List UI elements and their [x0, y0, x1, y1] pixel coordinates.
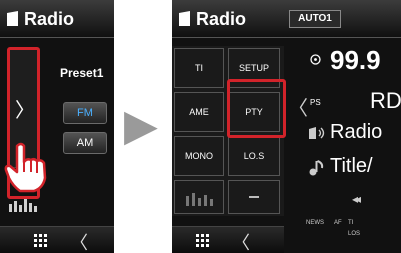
blank-function-button[interactable]: [228, 180, 280, 214]
title-bar: Radio: [0, 0, 114, 38]
eq-button[interactable]: [174, 180, 224, 214]
af-indicator: AF: [334, 220, 342, 226]
ti-indicator: TI: [348, 220, 354, 226]
song-title: Title/: [330, 155, 373, 177]
ame-button[interactable]: AME: [174, 92, 224, 132]
menu-grid-icon[interactable]: [34, 234, 47, 247]
los-button[interactable]: LO.S: [228, 136, 280, 176]
am-band-button[interactable]: AM: [63, 132, 107, 154]
radio-screen-after: Radio AUTO1 TI SETUP AME PTY MONO LO.S 〈…: [172, 0, 401, 253]
back-arrow-icon[interactable]: 〈: [232, 229, 250, 253]
radio-source-icon: [7, 11, 18, 26]
menu-grid-icon[interactable]: [196, 234, 209, 247]
los-indicator: LOS: [348, 231, 361, 237]
radio-source-icon: [179, 11, 190, 26]
screen-title: Radio: [24, 9, 75, 29]
music-note-icon: [309, 160, 324, 176]
panel-close-arrow[interactable]: 〈: [288, 92, 308, 121]
screen-title: Radio: [196, 9, 247, 29]
fm-band-button[interactable]: FM: [63, 102, 107, 124]
touch-hand-icon: [4, 142, 47, 193]
radio-screen-before: Radio 〉 Preset1 FM AM 〈: [0, 0, 114, 253]
footer-bar: 〈: [172, 226, 284, 253]
ps-label: PS: [310, 98, 321, 107]
back-arrow-icon[interactable]: 〈: [70, 229, 88, 253]
seek-back-icon[interactable]: ◂◂: [352, 192, 361, 206]
mono-button[interactable]: MONO: [174, 136, 224, 176]
radio-text-icon: [309, 127, 325, 139]
eq-bars-icon: [9, 199, 37, 212]
title-bar: Radio AUTO1: [172, 0, 401, 38]
preset-dial-icon: [310, 54, 321, 65]
station-name: RD: [370, 88, 401, 113]
dash-icon: [249, 196, 259, 198]
eq-bars-icon: [186, 193, 213, 206]
news-indicator: NEWS: [306, 220, 324, 226]
transition-arrow-icon: ▶: [124, 101, 158, 150]
ti-button[interactable]: TI: [174, 48, 224, 88]
highlight-frame-pty: [227, 79, 286, 138]
frequency-display: 99.9: [330, 45, 381, 75]
footer-bar: 〈: [0, 226, 114, 253]
preset-label: Preset1: [60, 66, 104, 80]
radio-text: Radio: [330, 121, 383, 143]
source-badge: AUTO1: [289, 10, 341, 28]
